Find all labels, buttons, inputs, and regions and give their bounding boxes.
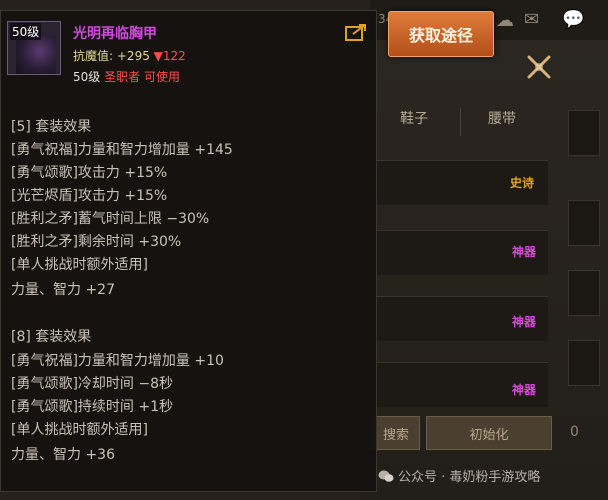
set5-effect: [胜利之矛]蓄气时间上限 −30% — [11, 211, 210, 227]
wechat-icon — [378, 470, 394, 482]
cloud-icon[interactable]: ☁ — [496, 10, 514, 31]
item-level-badge: 50级 — [10, 23, 42, 40]
set5-effect: 力量、智力 +27 — [11, 282, 115, 298]
chat-icon[interactable]: 💬 — [562, 9, 584, 30]
set5-effect: [光芒烬盾]攻击力 +15% — [11, 188, 168, 204]
set5-effect: [胜利之矛]剩余时间 +30% — [11, 234, 182, 250]
rarity-tag-artifact: 神器 — [512, 245, 537, 259]
req-usable: 可使用 — [143, 70, 180, 84]
rarity-tag-artifact: 神器 — [512, 383, 537, 397]
item-slot[interactable] — [568, 200, 600, 246]
side-number: 0 — [570, 424, 579, 440]
close-icon[interactable] — [524, 52, 554, 82]
set5-header: [5] 套装效果 — [11, 119, 92, 135]
item-slot[interactable] — [568, 270, 600, 316]
tab-separator — [460, 108, 461, 136]
req-level: 50级 — [73, 70, 101, 84]
rarity-tag-epic: 史诗 — [510, 176, 535, 190]
resist-stat: 抗魔值: +295 ▼122 — [73, 47, 186, 64]
item-slot[interactable] — [568, 340, 600, 386]
set8-effect: 力量、智力 +36 — [11, 447, 115, 463]
rarity-tag-artifact: 神器 — [512, 315, 537, 329]
mail-icon[interactable]: ✉ — [524, 9, 539, 30]
req-class: 圣职者 — [104, 70, 141, 84]
set8-effect: [单人挑战时额外适用] — [11, 422, 148, 438]
chest-armor-icon — [16, 36, 56, 74]
watermark-text: 公众号 · 毒奶粉手游攻略 — [398, 470, 541, 485]
item-slot[interactable] — [568, 110, 600, 156]
reset-button[interactable]: 初始化 — [426, 416, 552, 450]
watermark: 公众号 · 毒奶粉手游攻略 — [378, 466, 540, 485]
item-name: 光明再临胸甲 — [73, 26, 157, 42]
resist-value: +295 — [116, 49, 150, 63]
share-icon[interactable] — [345, 23, 367, 41]
set5-effect: [勇气颂歌]攻击力 +15% — [11, 165, 168, 181]
set8-header: [8] 套装效果 — [11, 329, 92, 345]
tab-shoes[interactable]: 鞋子 — [400, 108, 428, 128]
resist-label: 抗魔值: — [73, 49, 114, 63]
set8-effect: [勇气祝福]力量和智力增加量 +10 — [11, 353, 224, 369]
resist-diff: ▼122 — [153, 49, 186, 63]
item-icon: 50级 — [7, 21, 61, 75]
set5-effect: [勇气祝福]力量和智力增加量 +145 — [11, 142, 233, 158]
acquisition-button[interactable]: 获取途径 — [388, 11, 494, 57]
requirement: 50级 圣职者 可使用 — [73, 68, 180, 85]
set8-effect: [勇气颂歌]持续时间 +1秒 — [11, 399, 174, 415]
search-button[interactable]: 搜索 — [372, 416, 420, 450]
set8-effect: [勇气颂歌]冷却时间 −8秒 — [11, 376, 174, 392]
tab-belt[interactable]: 腰带 — [488, 108, 516, 128]
item-tooltip: 50级 光明再临胸甲 抗魔值: +295 ▼122 50级 圣职者 可使用 [5… — [0, 10, 377, 492]
set5-effect: [单人挑战时额外适用] — [11, 257, 148, 273]
